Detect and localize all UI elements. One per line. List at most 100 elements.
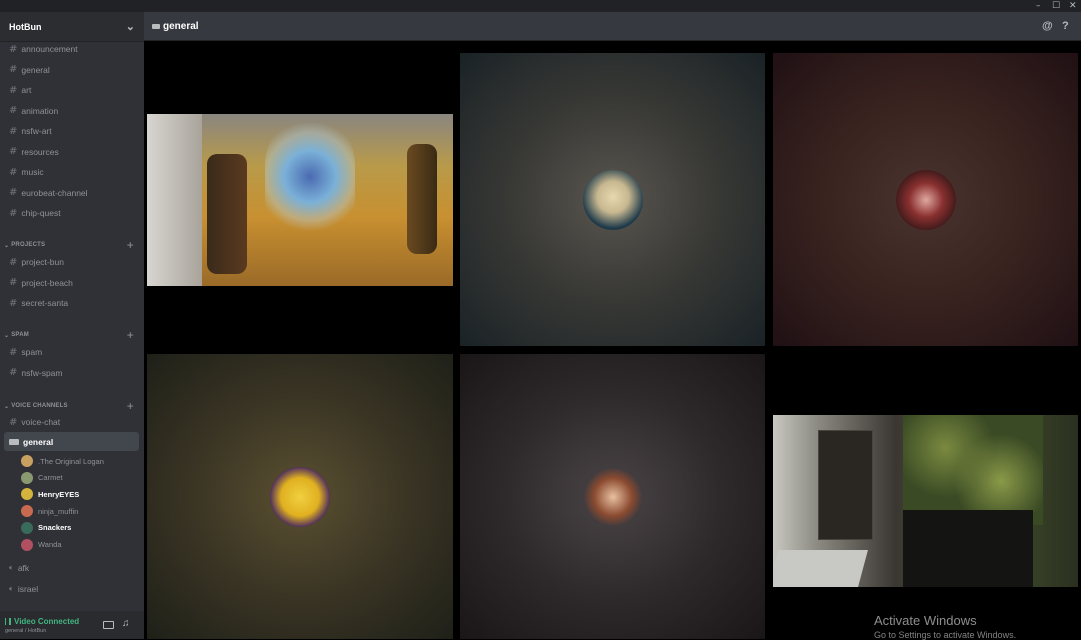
channel-label: israel <box>17 584 39 594</box>
channel-nsfw-art[interactable]: # nsfw-art <box>0 122 144 140</box>
user-name: .The Original Logan <box>38 456 104 466</box>
voice-user[interactable]: Wanda <box>21 537 62 553</box>
channel-label: chip-quest <box>21 208 61 218</box>
video-tile-avatar-5[interactable] <box>460 354 765 639</box>
disconnect-icon[interactable]: ♫ <box>122 618 130 629</box>
speaker-icon: 🔈︎ <box>9 563 14 572</box>
signal-icon <box>5 618 11 625</box>
video-tile-avatar-2[interactable] <box>460 53 765 346</box>
add-channel-icon[interactable]: + <box>127 399 134 413</box>
category-label: VOICE CHANNELS <box>11 403 68 409</box>
voice-user[interactable]: .The Original Logan <box>21 453 104 469</box>
channel-label: voice-chat <box>21 417 61 427</box>
channel-secret-santa[interactable]: # secret-santa <box>0 294 144 312</box>
voice-user[interactable]: HenryEYES <box>21 486 79 502</box>
channel-label: announcement <box>21 44 78 54</box>
paper <box>773 550 868 587</box>
add-channel-icon[interactable]: + <box>127 238 134 252</box>
user-avatar <box>21 455 33 467</box>
channel-announcement[interactable]: # announcement <box>0 40 144 58</box>
category-voice-channels[interactable]: ⌄ VOICE CHANNELS + <box>0 399 144 413</box>
connection-subtitle: general / HotBun <box>5 628 47 634</box>
user-avatar <box>21 505 33 518</box>
channel-label: project-bun <box>21 257 64 267</box>
hash-icon: # <box>9 207 18 219</box>
channel-music[interactable]: # music <box>0 163 144 181</box>
hash-icon: # <box>9 416 18 428</box>
chevron-down-icon[interactable]: ⌄ <box>126 20 135 33</box>
connection-status[interactable]: Video Connected <box>14 617 79 626</box>
voice-user[interactable]: Carmet <box>21 470 63 486</box>
user-avatar <box>582 169 643 230</box>
hash-icon: # <box>9 125 18 137</box>
minimize-button[interactable]: – <box>1036 0 1041 12</box>
chevron-down-icon: ⌄ <box>4 403 10 410</box>
channel-voice-chat[interactable]: # voice-chat <box>0 413 144 431</box>
channel-israel[interactable]: 🔈︎ israel <box>0 580 144 598</box>
channel-label: afk <box>17 563 30 573</box>
hash-icon: # <box>9 146 18 157</box>
speaker-icon: 🔈︎ <box>9 584 14 593</box>
close-button[interactable]: ✕ <box>1069 0 1077 12</box>
user-name: Snackers <box>38 523 72 533</box>
shirt-graphic <box>265 119 355 234</box>
video-tile-avatar-4[interactable] <box>147 354 453 639</box>
help-icon[interactable]: ? <box>1062 20 1069 32</box>
server-header[interactable]: HotBun ⌄ <box>0 12 144 42</box>
hash-icon: # <box>9 187 18 198</box>
hash-icon: # <box>9 64 18 75</box>
screen-share-icon[interactable] <box>103 621 114 629</box>
user-avatar <box>582 466 643 527</box>
category-projects[interactable]: ⌄ PROJECTS + <box>0 238 144 252</box>
channel-art[interactable]: # art <box>0 81 144 99</box>
user-avatar <box>895 169 956 230</box>
video-camera-icon <box>9 438 19 445</box>
video-camera-icon <box>152 23 160 29</box>
user-avatar <box>21 471 33 484</box>
maximize-button[interactable]: ☐ <box>1052 0 1060 12</box>
channel-title: general <box>163 20 199 32</box>
channel-label: nsfw-spam <box>21 367 63 378</box>
hash-icon: # <box>9 105 18 116</box>
category-spam[interactable]: ⌄ SPAM + <box>0 328 144 342</box>
hash-icon: # <box>9 346 18 358</box>
category-label: SPAM <box>11 332 29 338</box>
channel-spam[interactable]: # spam <box>0 343 144 361</box>
channel-label: project-beach <box>21 277 73 288</box>
channel-afk[interactable]: 🔈︎ afk <box>0 559 144 577</box>
video-tile-webcam-6[interactable] <box>773 415 1078 587</box>
hash-icon: # <box>9 256 18 268</box>
channel-project-bun[interactable]: # project-bun <box>0 253 144 271</box>
mention-icon[interactable]: @ <box>1042 20 1053 32</box>
user-avatar <box>21 488 33 501</box>
person-shirt <box>903 415 1043 525</box>
voice-channel-general[interactable]: general <box>4 432 139 451</box>
voice-user[interactable]: Snackers <box>21 520 71 536</box>
hash-icon: # <box>9 84 18 96</box>
channel-project-beach[interactable]: # project-beach <box>0 274 144 292</box>
hash-icon: # <box>9 297 18 309</box>
arm-shadow <box>207 154 247 274</box>
channel-general[interactable]: # general <box>0 61 144 79</box>
channel-label: nsfw-art <box>21 126 52 136</box>
channel-resources[interactable]: # resources <box>0 143 144 161</box>
channel-label: secret-santa <box>21 298 69 308</box>
channel-label: spam <box>21 347 43 357</box>
channel-label: general <box>21 64 50 75</box>
channel-animation[interactable]: # animation <box>0 102 144 120</box>
user-avatar <box>270 466 330 527</box>
person-pants <box>903 510 1033 587</box>
video-tile-avatar-3[interactable] <box>773 53 1078 346</box>
channel-nsfw-spam[interactable]: # nsfw-spam <box>0 364 144 382</box>
add-channel-icon[interactable]: + <box>127 328 134 342</box>
channel-eurobeat-channel[interactable]: # eurobeat-channel <box>0 184 144 202</box>
video-tile-webcam-1[interactable] <box>147 114 453 286</box>
channel-label: art <box>21 85 32 95</box>
user-name: ninja_muffin <box>38 506 79 516</box>
channel-label: general <box>23 436 54 447</box>
channel-label: resources <box>21 146 59 157</box>
channel-chip-quest[interactable]: # chip-quest <box>0 204 144 222</box>
voice-user[interactable]: ninja_muffin <box>21 503 78 519</box>
category-label: PROJECTS <box>11 242 46 248</box>
title-bar: – ☐ ✕ <box>0 0 1081 12</box>
